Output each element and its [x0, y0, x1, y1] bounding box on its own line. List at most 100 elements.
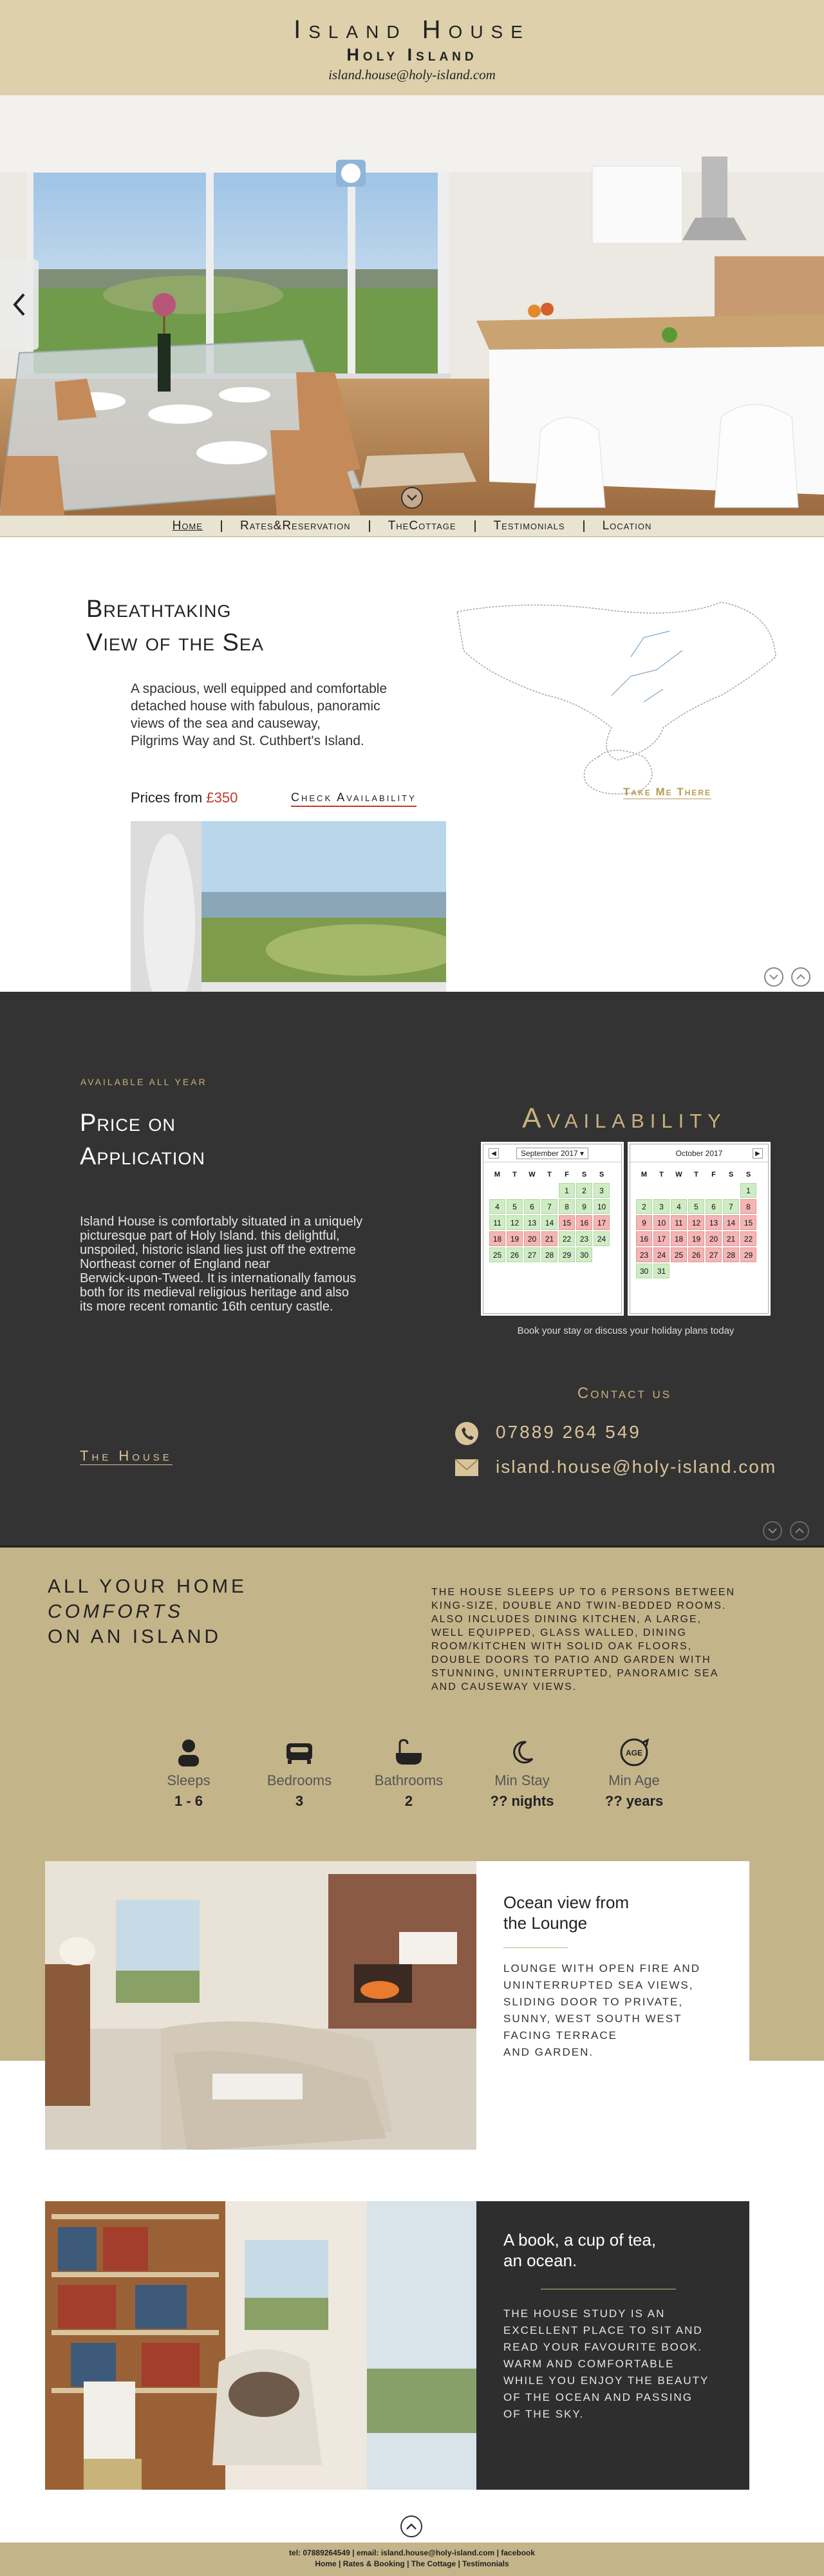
nav-rates-reservation[interactable]: Rates&Reservation — [222, 519, 369, 533]
calendar-day-booked[interactable]: 20 — [524, 1231, 540, 1246]
nav-testimonials[interactable]: Testimonials — [476, 519, 583, 533]
calendar-day-booked[interactable]: 21 — [541, 1231, 557, 1246]
calendar-day-available[interactable]: 30 — [636, 1264, 652, 1278]
calendar-day-available[interactable]: 2 — [636, 1199, 652, 1214]
availability-heading: Availability — [522, 1103, 727, 1134]
calendar-day-booked[interactable]: 8 — [740, 1199, 756, 1214]
calendar-day-booked[interactable]: 11 — [671, 1215, 687, 1230]
calendar-day-booked[interactable]: 25 — [671, 1247, 687, 1262]
calendar-day-available[interactable]: 11 — [489, 1215, 505, 1230]
calendar-day-booked[interactable]: 23 — [636, 1247, 652, 1262]
intro-text: A spacious, well equipped and comfortabl… — [131, 680, 387, 750]
nav-location[interactable]: Location — [585, 519, 670, 533]
calendar-day-booked[interactable]: 14 — [723, 1215, 739, 1230]
calendar-day-booked[interactable]: 28 — [723, 1247, 739, 1262]
calendar-day-available[interactable]: 23 — [576, 1231, 592, 1246]
calendar-day-available[interactable]: 30 — [576, 1247, 592, 1262]
next-month-button[interactable]: ▶ — [753, 1148, 763, 1159]
take-me-there-link[interactable]: Take Me There — [623, 786, 712, 799]
comforts-description-line: room/kitchen with solid oak floors, — [431, 1641, 693, 1652]
calendar-day-booked[interactable]: 16 — [636, 1231, 652, 1246]
calendar-grid: M T W T F S S 1 2 3 4 5 6 7 8 9 10 11 12 13 14 15 16 17 18 19 20 21… — [630, 1162, 768, 1283]
calendar-day-available[interactable]: 29 — [559, 1247, 575, 1262]
phone-number[interactable]: 07889 264 549 — [496, 1422, 641, 1443]
amenity-sleeps: Sleeps 1 - 6 — [140, 1736, 237, 1810]
availability-description-line: Northeast corner of England near — [80, 1257, 270, 1271]
footer-nav-links[interactable]: Home | Rates & Booking | The Cottage | T… — [0, 2559, 824, 2570]
weekday-label: M — [641, 1170, 648, 1179]
calendar-day-available[interactable]: 26 — [507, 1247, 523, 1262]
price-heading-line1: Price on — [80, 1110, 176, 1137]
scroll-down-button[interactable] — [401, 487, 423, 509]
back-to-top-button[interactable] — [400, 2515, 422, 2537]
calendar-day-booked[interactable]: 17 — [653, 1231, 670, 1246]
price-heading-line2: Application — [80, 1143, 205, 1170]
calendar-day-available[interactable]: 9 — [576, 1199, 592, 1214]
calendar-day-available[interactable]: 13 — [524, 1215, 540, 1230]
month-select[interactable]: September 2017 ▾ — [516, 1147, 589, 1159]
calendar-day-available[interactable]: 22 — [559, 1231, 575, 1246]
calendar-day-available[interactable]: 14 — [541, 1215, 557, 1230]
calendar-day-available[interactable]: 4 — [671, 1199, 687, 1214]
calendar-day-booked[interactable]: 13 — [706, 1215, 722, 1230]
calendar-day-available[interactable]: 7 — [723, 1199, 739, 1214]
calendar-day-available[interactable]: 2 — [576, 1183, 592, 1198]
calendar-day-available[interactable]: 5 — [507, 1199, 523, 1214]
calendar-day-booked[interactable]: 15 — [740, 1215, 756, 1230]
calendar-day-available[interactable]: 4 — [489, 1199, 505, 1214]
scroll-down-button[interactable] — [763, 1521, 782, 1540]
scroll-up-button[interactable] — [791, 967, 810, 987]
chevron-down-icon — [407, 495, 417, 501]
check-availability-link[interactable]: Check Availability — [291, 791, 417, 807]
calendar-day-booked[interactable]: 16 — [576, 1215, 592, 1230]
calendar-day-available[interactable]: 25 — [489, 1247, 505, 1262]
comforts-description-line: and causeway views. — [431, 1681, 577, 1692]
study-photo — [45, 2201, 476, 2490]
nav-the-cottage[interactable]: TheCottage — [370, 519, 474, 533]
calendar-day-available[interactable]: 7 — [541, 1199, 557, 1214]
calendar-day-available[interactable]: 8 — [559, 1199, 575, 1214]
calendar-day-available[interactable]: 10 — [594, 1199, 610, 1214]
nav-home[interactable]: Home — [154, 519, 221, 533]
calendar-day-booked[interactable]: 24 — [653, 1247, 670, 1262]
calendar-empty-cell — [489, 1183, 505, 1198]
calendar-day-booked[interactable]: 26 — [688, 1247, 704, 1262]
calendar-day-booked[interactable]: 10 — [653, 1215, 670, 1230]
scroll-down-button[interactable] — [764, 967, 783, 987]
calendar-day-booked[interactable]: 18 — [671, 1231, 687, 1246]
site-email-link[interactable]: island.house@holy-island.com — [0, 67, 824, 83]
island-map[interactable]: Take Me There — [451, 599, 785, 844]
slider-prev-button[interactable] — [0, 260, 39, 350]
the-house-link[interactable]: The House — [80, 1448, 173, 1465]
calendar-day-booked[interactable]: 29 — [740, 1247, 756, 1262]
prev-month-button[interactable]: ◀ — [489, 1148, 499, 1159]
calendar-day-available[interactable]: 3 — [653, 1199, 670, 1214]
calendar-day-booked[interactable]: 19 — [507, 1231, 523, 1246]
calendar-day-booked[interactable]: 21 — [723, 1231, 739, 1246]
calendar-day-booked[interactable]: 9 — [636, 1215, 652, 1230]
calendar-day-available[interactable]: 5 — [688, 1199, 704, 1214]
calendar-day-booked[interactable]: 27 — [706, 1247, 722, 1262]
calendar-empty-cell — [688, 1183, 704, 1198]
intro-text-line: A spacious, well equipped and comfortabl… — [131, 681, 388, 696]
calendar-day-booked[interactable]: 19 — [688, 1231, 704, 1246]
calendar-day-booked[interactable]: 17 — [594, 1215, 610, 1230]
calendar-day-booked[interactable]: 22 — [740, 1231, 756, 1246]
calendar-day-available[interactable]: 24 — [594, 1231, 610, 1246]
calendar-day-available[interactable]: 3 — [594, 1183, 610, 1198]
calendar-day-available[interactable]: 31 — [653, 1264, 670, 1278]
calendar-day-booked[interactable]: 18 — [489, 1231, 505, 1246]
calendar-day-available[interactable]: 28 — [541, 1247, 557, 1262]
calendar-day-booked[interactable]: 20 — [706, 1231, 722, 1246]
contact-email[interactable]: island.house@holy-island.com — [496, 1457, 776, 1477]
calendar-day-booked[interactable]: 15 — [559, 1215, 575, 1230]
scroll-up-button[interactable] — [790, 1521, 809, 1540]
calendar-day-available[interactable]: 6 — [706, 1199, 722, 1214]
calendar-day-available[interactable]: 6 — [524, 1199, 540, 1214]
calendar-day-available[interactable]: 27 — [524, 1247, 540, 1262]
calendar-day-booked[interactable]: 12 — [688, 1215, 704, 1230]
calendar-day-available[interactable]: 1 — [559, 1183, 575, 1198]
calendar-day-available[interactable]: 12 — [507, 1215, 523, 1230]
calendar-day-available[interactable]: 1 — [740, 1183, 756, 1198]
comforts-heading-line: All your home — [48, 1576, 248, 1597]
